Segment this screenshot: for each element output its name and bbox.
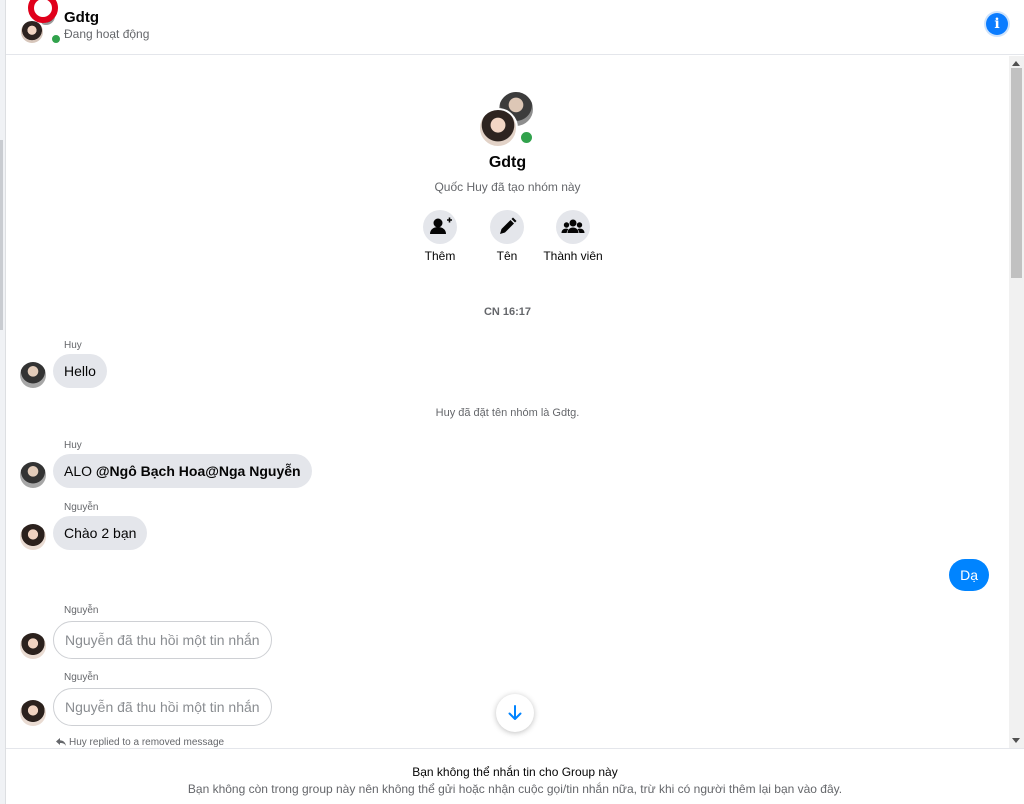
group-created-note: Quốc Huy đã tạo nhóm này	[434, 180, 581, 194]
online-status-dot	[519, 130, 534, 145]
message-text: Chào 2 bạn	[64, 525, 137, 541]
message-text: ALO	[64, 463, 96, 479]
chat-header: Gdtg Đang hoạt động i	[6, 0, 1024, 55]
sender-name: Huy	[64, 340, 82, 351]
sender-name: Huy	[64, 440, 82, 451]
mention-link[interactable]: @Ngô Bạch Hoa	[96, 463, 205, 479]
my-message-bubble[interactable]: Dạ	[949, 559, 989, 591]
chat-status: Đang hoạt động	[64, 27, 150, 41]
sender-name: Nguyễn	[64, 672, 99, 683]
members-label: Thành viên	[543, 249, 603, 263]
sender-name: Nguyễn	[64, 502, 99, 513]
info-icon[interactable]: i	[986, 13, 1008, 35]
mention-link[interactable]: @Nga Nguyễn	[205, 463, 300, 479]
removed-message-bubble[interactable]: Nguyễn đã thu hồi một tin nhắn	[53, 621, 272, 659]
member-avatar	[478, 108, 518, 148]
message-timestamp: CN 16:17	[483, 306, 532, 318]
members-icon	[556, 210, 590, 244]
group-avatar-large	[478, 90, 538, 150]
arrow-down-icon	[508, 705, 522, 720]
system-note: Huy đã đặt tên nhóm là Gdtg.	[435, 407, 580, 419]
messenger-window: Gdtg Đang hoạt động i Gdtg Quốc Huy đã t…	[0, 0, 1024, 804]
scroll-up-arrow[interactable]	[1012, 61, 1020, 66]
left-panel-marker	[0, 140, 3, 330]
message-bubble[interactable]: Chào 2 bạn	[53, 516, 148, 550]
avatar[interactable]	[20, 524, 46, 550]
members-button[interactable]: Thành viên	[533, 210, 613, 263]
notice-description: Bạn không còn trong group này nên không …	[187, 782, 843, 796]
notice-title: Bạn không thể nhắn tin cho Group này	[412, 765, 618, 779]
group-name: Gdtg	[488, 154, 527, 171]
sender-name: Nguyễn	[64, 605, 99, 616]
message-text: Hello	[64, 363, 96, 379]
add-person-icon	[423, 210, 457, 244]
avatar[interactable]	[20, 700, 46, 726]
avatar[interactable]	[20, 633, 46, 659]
scroll-down-arrow[interactable]	[1012, 738, 1020, 743]
avatar[interactable]	[20, 462, 46, 488]
reply-arrow-icon	[56, 738, 66, 746]
group-avatar[interactable]	[19, 0, 62, 45]
message-list[interactable]: Gdtg Quốc Huy đã tạo nhóm này Thêm Tên T…	[6, 56, 1009, 748]
scrollbar-thumb[interactable]	[1011, 68, 1022, 278]
message-bubble[interactable]: ALO @Ngô Bạch Hoa@Nga Nguyễn	[53, 454, 312, 488]
scroll-to-bottom-button[interactable]	[496, 694, 534, 732]
reply-note: Huy replied to a removed message	[56, 737, 224, 748]
message-text: Dạ	[960, 567, 978, 583]
scrollbar[interactable]	[1009, 56, 1024, 748]
removed-message-bubble[interactable]: Nguyễn đã thu hồi một tin nhắn	[53, 688, 272, 726]
message-text: Nguyễn đã thu hồi một tin nhắn	[65, 699, 260, 715]
message-text: Nguyễn đã thu hồi một tin nhắn	[65, 632, 260, 648]
reply-note-text: Huy replied to a removed message	[69, 737, 225, 748]
avatar[interactable]	[20, 362, 46, 388]
message-bubble[interactable]: Hello	[53, 354, 107, 388]
pencil-icon	[490, 210, 524, 244]
online-status-dot	[50, 33, 62, 45]
blocked-composer-notice: Bạn không thể nhắn tin cho Group này Bạn…	[6, 748, 1024, 804]
chat-title[interactable]: Gdtg	[64, 9, 99, 26]
